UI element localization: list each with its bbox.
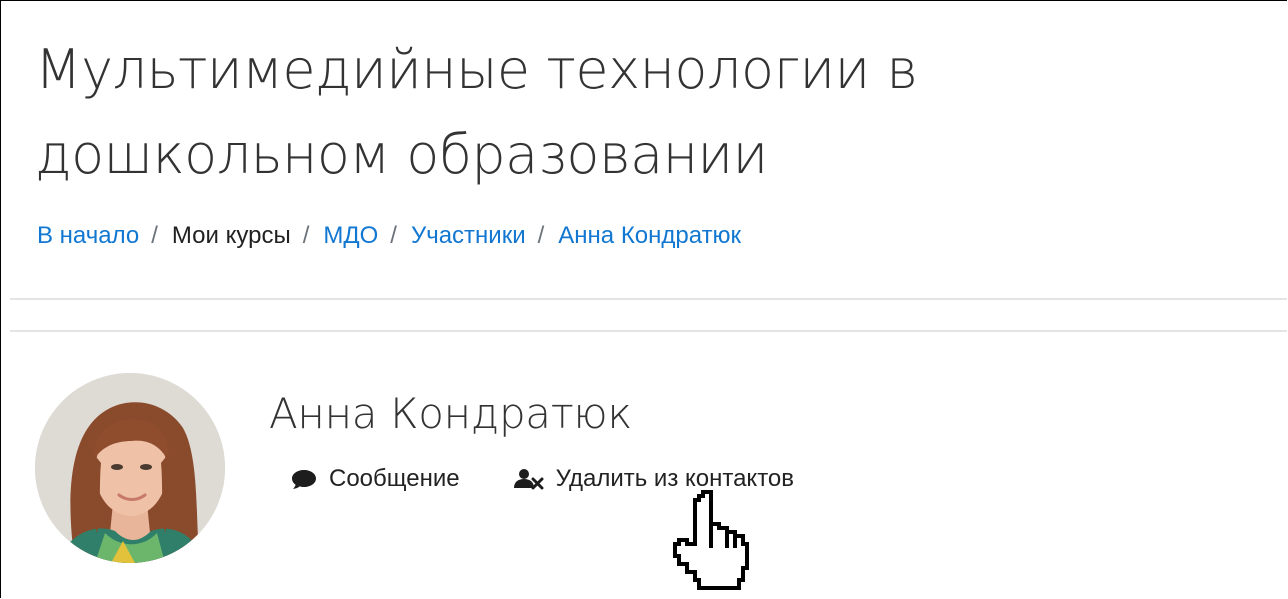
speech-bubble-icon (291, 468, 317, 490)
breadcrumb-separator: / (151, 222, 158, 249)
avatar[interactable] (35, 373, 225, 563)
breadcrumb-home[interactable]: В начало (37, 218, 139, 254)
breadcrumb: В начало / Мои курсы / МДО / Участники /… (37, 218, 741, 254)
breadcrumb-participants[interactable]: Участники (411, 218, 526, 254)
breadcrumb-course[interactable]: МДО (323, 218, 378, 254)
breadcrumb-separator: / (302, 222, 310, 249)
user-name: Анна Кондратюк (269, 389, 632, 438)
breadcrumb-my-courses: Мои курсы (171, 222, 291, 249)
page-frame: Мультимедийные технологии в дошкольном о… (0, 0, 1287, 598)
header-divider (10, 298, 1287, 300)
avatar-photo (35, 373, 225, 563)
breadcrumb-separator: / (390, 222, 397, 249)
breadcrumb-user[interactable]: Анна Кондратюк (558, 218, 741, 254)
content-divider (10, 330, 1287, 332)
user-remove-icon (513, 468, 544, 490)
course-title: Мультимедийные технологии в дошкольном о… (35, 38, 918, 186)
send-message-label: Сообщение (329, 465, 460, 492)
breadcrumb-separator: / (537, 222, 545, 249)
send-message-button[interactable]: Сообщение (291, 461, 460, 497)
hand-pointer-cursor-icon (672, 489, 750, 591)
